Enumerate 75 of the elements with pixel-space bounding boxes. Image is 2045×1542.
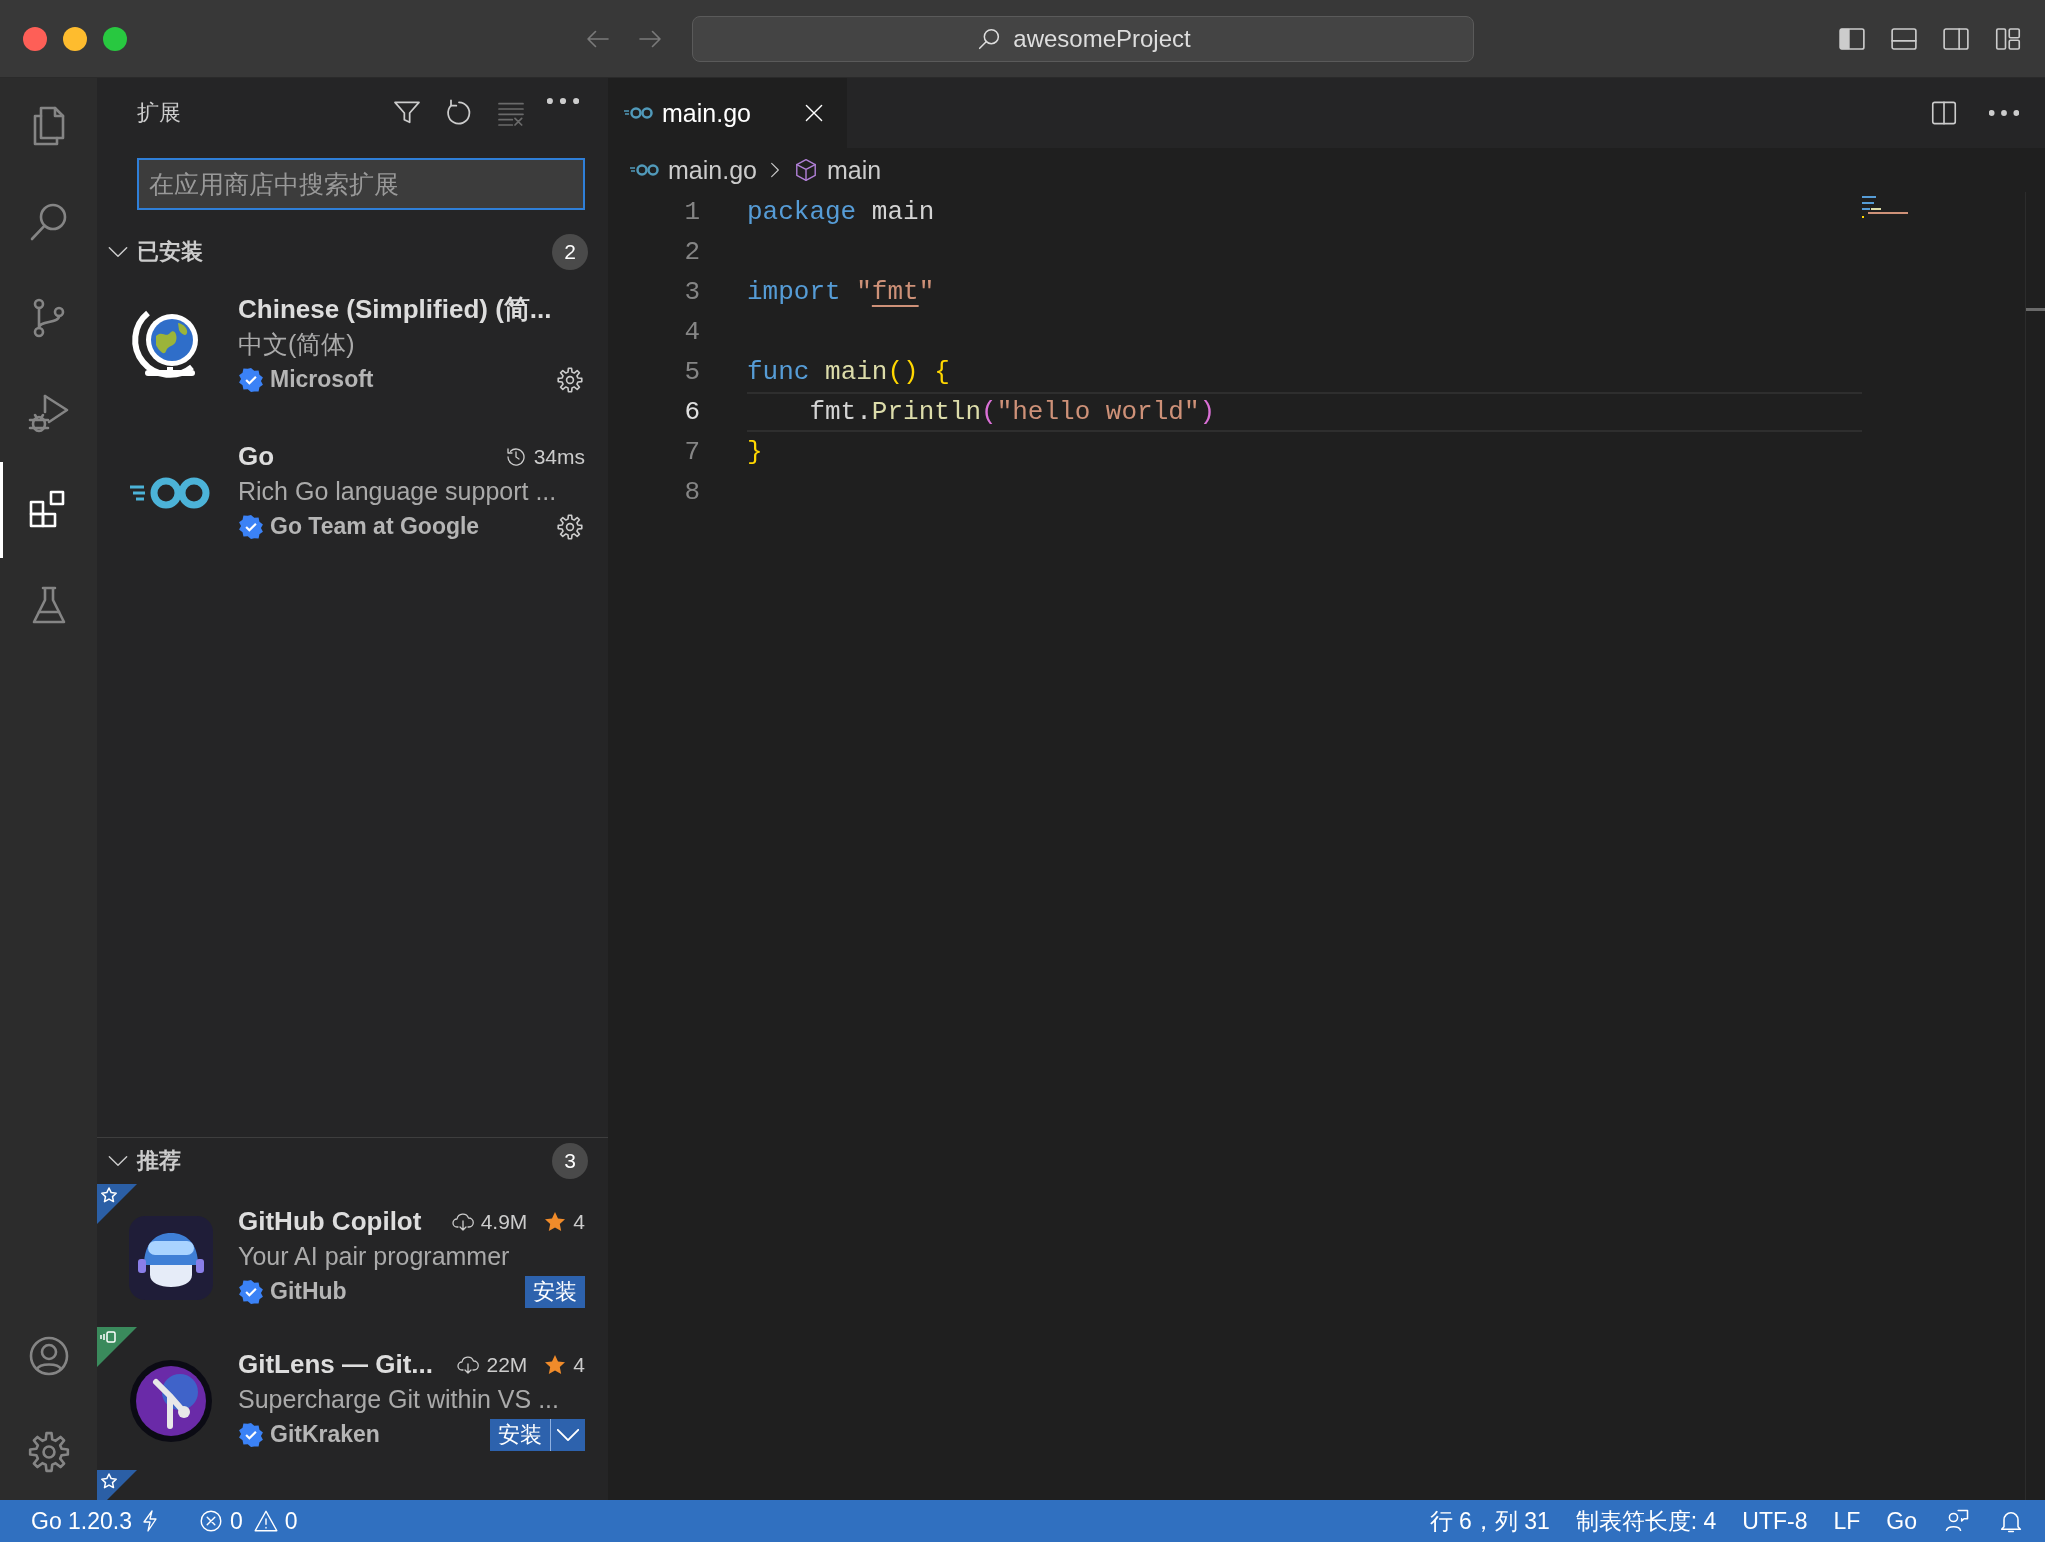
code-line: import "fmt" — [747, 277, 935, 307]
extension-description: Supercharge Git within VS ... — [238, 1385, 559, 1414]
warning-count[interactable]: 0 — [284, 1507, 298, 1535]
download-count: 4.9M — [480, 1209, 528, 1234]
extension-name: Go — [238, 441, 275, 472]
install-button[interactable]: 安装 — [525, 1275, 585, 1308]
star-ribbon-icon — [97, 1470, 137, 1500]
warning-icon — [252, 1508, 279, 1534]
extension-description: Your AI pair programmer — [238, 1242, 510, 1271]
error-count[interactable]: 0 — [230, 1507, 243, 1535]
publisher-name: GitKraken — [270, 1421, 380, 1448]
line-number: 2 — [683, 236, 700, 269]
go-version: Go 1.20.3 — [31, 1507, 133, 1535]
code-line: fmt.Println("hello world") — [808, 397, 1216, 427]
count-badge: 2 — [552, 234, 588, 270]
publisher-name: Microsoft — [270, 366, 374, 393]
section-header[interactable]: 推荐 3 — [97, 1138, 608, 1184]
activation-time: 34ms — [533, 444, 585, 469]
verified-icon — [238, 1421, 264, 1448]
section-title: 已安装 — [137, 238, 203, 266]
minimize-window-button[interactable] — [63, 26, 87, 51]
status-item[interactable]: UTF-8 — [1742, 1507, 1808, 1535]
install-button[interactable]: 安装 — [490, 1418, 550, 1451]
line-number: 7 — [683, 436, 700, 469]
window-title: awesomeProject — [1013, 24, 1191, 53]
close-window-button[interactable] — [23, 26, 47, 51]
breadcrumb-item[interactable]: main — [826, 155, 882, 185]
command-center[interactable]: awesomeProject — [692, 15, 1474, 62]
extension-name: GitLens — Git... — [238, 1349, 433, 1380]
sidebar-title: 扩展 — [137, 99, 181, 127]
gear-icon — [555, 511, 585, 542]
line-number: 5 — [683, 356, 700, 389]
extension-name: Chinese (Simplified) (简... — [238, 293, 552, 326]
publisher-name: GitHub — [270, 1278, 347, 1305]
section-title: 推荐 — [137, 1147, 181, 1175]
download-count: 22M — [486, 1352, 528, 1377]
status-item[interactable]: LF — [1833, 1507, 1861, 1535]
code-line: func main() { — [747, 357, 950, 387]
go-file-icon — [630, 162, 660, 178]
gear-icon — [555, 364, 585, 395]
go-file-icon — [624, 105, 654, 121]
line-number: 4 — [683, 316, 700, 349]
editor-tab[interactable]: main.go — [608, 78, 847, 148]
line-number: 6 — [683, 396, 700, 429]
install-options-button[interactable] — [550, 1418, 585, 1451]
verified-icon — [238, 513, 264, 540]
line-number: 1 — [683, 196, 700, 229]
go-version-item[interactable]: Go 1.20.3 — [31, 1507, 163, 1535]
branch-logo-icon — [128, 1358, 214, 1444]
zoom-window-button[interactable] — [103, 26, 127, 51]
caret-icon — [557, 1428, 579, 1441]
code-line: package main — [747, 197, 935, 227]
extension-description: Rich Go language support ... — [238, 477, 557, 506]
status-item[interactable]: 制表符长度: 4 — [1575, 1505, 1717, 1537]
extension-name: GitHub Copilot — [238, 1206, 422, 1237]
verified-icon — [238, 366, 264, 393]
remote-ribbon-icon — [97, 1327, 137, 1367]
count-badge: 3 — [552, 1143, 588, 1179]
code-line: } — [747, 437, 763, 467]
rating: 4 — [573, 1209, 585, 1234]
rating: 4 — [573, 1352, 585, 1377]
extension-description: 中文(简体) — [238, 329, 355, 360]
breadcrumb-item[interactable]: main.go — [668, 155, 757, 185]
status-item[interactable]: 行 6，列 31 — [1429, 1505, 1550, 1537]
line-number: 8 — [683, 476, 700, 509]
more-icon — [1989, 109, 2019, 117]
line-number: 3 — [683, 276, 700, 309]
publisher-name: Go Team at Google — [270, 513, 480, 540]
section-header[interactable]: 已安装 2 — [97, 230, 608, 274]
verified-icon — [238, 1278, 264, 1305]
star-ribbon-icon — [97, 1184, 137, 1224]
search-field[interactable]: 在应用商店中搜索扩展 — [137, 158, 585, 210]
status-item[interactable]: Go — [1886, 1507, 1917, 1535]
robot-icon — [128, 1215, 214, 1301]
scrollbar-marker — [2026, 308, 2045, 311]
